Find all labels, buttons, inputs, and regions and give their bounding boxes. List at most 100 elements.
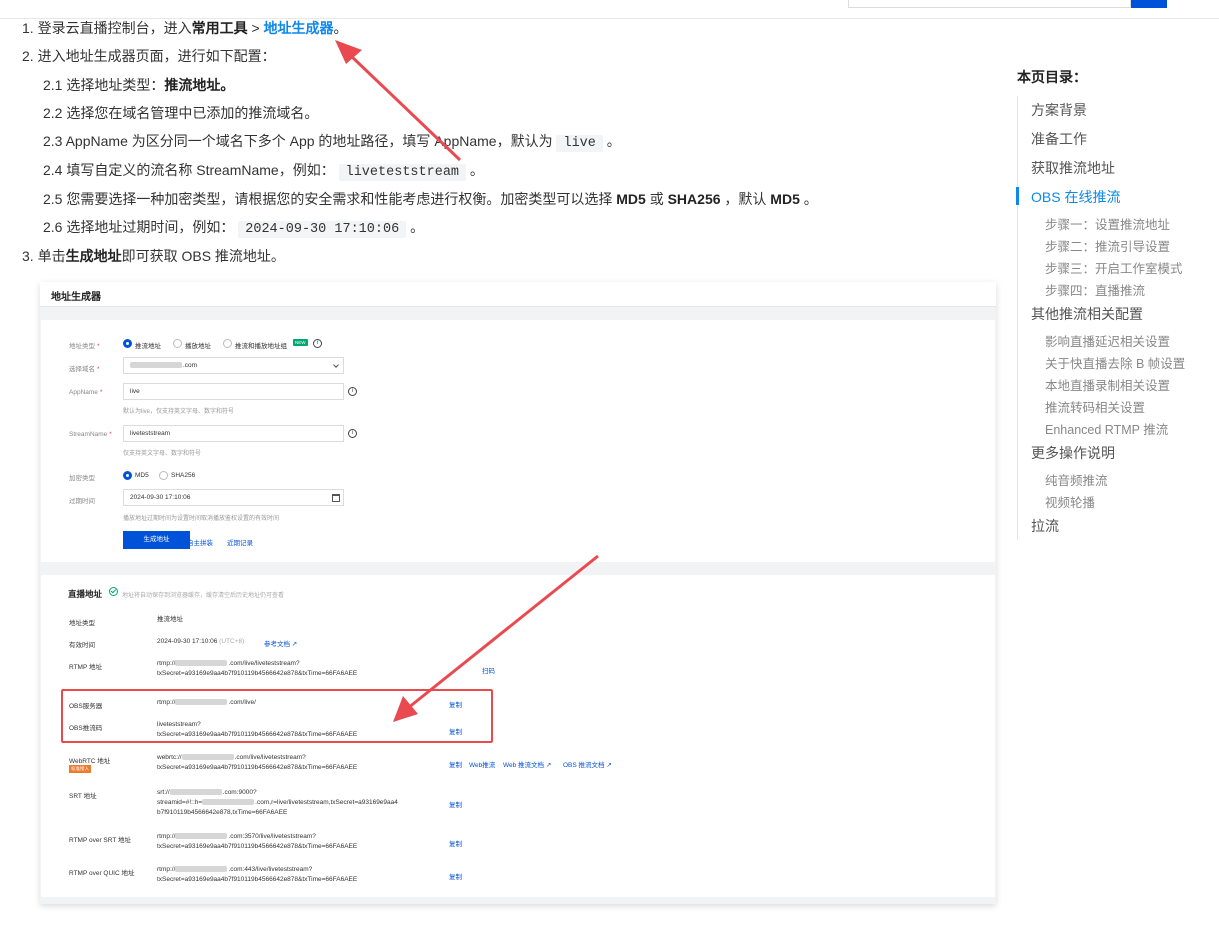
toc-item-remove-bframe[interactable]: 关于快直播去除 B 帧设置: [1045, 353, 1185, 372]
row-rtmp-label: RTMP 地址: [69, 664, 102, 671]
appname-hint: 默认为live，仅支持英文字母、数字和符号: [123, 409, 235, 415]
expire-date-input[interactable]: 2024-09-30 17:10:06: [123, 489, 344, 506]
generator-form: 地址类型 * 推流地址 播放地址 推流和播放地址组 NEW i 选择域名 * .co…: [41, 320, 995, 562]
obs-highlight-box: [61, 689, 493, 743]
recent-records-link[interactable]: 近期记录: [227, 537, 253, 547]
radio-push-play-group[interactable]: [223, 339, 232, 348]
substep-2-6: 2.6 选择地址过期时间，例如： 2024-09-30 17:10:06 。: [43, 219, 425, 238]
radio-push[interactable]: [123, 339, 132, 348]
toc-item-other-config[interactable]: 其他推流相关配置: [1031, 304, 1143, 324]
toc-item-local-record[interactable]: 本地直播录制相关设置: [1045, 375, 1170, 394]
copy-srt-button[interactable]: 复制: [449, 799, 462, 809]
blurred-domain: [175, 866, 228, 873]
row-srt-label: SRT 地址: [69, 793, 97, 800]
radio-sha256-label: SHA256: [171, 472, 196, 479]
result-note: 地址将自动保存到浏览器缓存，缓存清空后历史地址仍可查看: [122, 593, 285, 599]
info-icon[interactable]: i: [348, 429, 357, 438]
info-icon[interactable]: i: [348, 387, 357, 396]
toc-item-more-ops[interactable]: 更多操作说明: [1031, 443, 1115, 463]
toc-active-indicator: [1016, 187, 1019, 205]
streamname-input[interactable]: liveteststream: [123, 425, 344, 442]
web-push-link[interactable]: Web推流: [469, 759, 495, 769]
blurred-domain: [130, 362, 182, 369]
toc-item-get-push-url[interactable]: 获取推流地址: [1031, 158, 1115, 178]
blurred-domain: [175, 660, 228, 667]
expire-hint: 播放地址过期时间为设置时间取消播放鉴权设置的有效时间: [123, 516, 280, 522]
row-srt-value: srt://.com:9000? streamid=#!::h= .com,r=li…: [157, 789, 398, 816]
address-generator-screenshot: 地址生成器 地址类型 * 推流地址 播放地址 推流和播放地址组 NEW i 选择域…: [40, 282, 996, 904]
copy-webrtc-button[interactable]: 复制: [449, 759, 462, 769]
check-circle-icon: [109, 587, 118, 596]
step-1: 1. 登录云直播控制台，进入常用工具 > 地址生成器。: [22, 20, 348, 36]
row-rtmp-quic-value: rtmp://.com:443/live/liveteststream? txSe…: [157, 866, 358, 883]
radio-sha256[interactable]: [159, 471, 168, 480]
blurred-domain: [202, 799, 255, 806]
step-3: 3. 单击生成地址即可获取 OBS 推流地址。: [22, 248, 285, 264]
result-title: 直播地址: [68, 589, 103, 599]
blurred-domain: [169, 789, 222, 796]
new-tag: NEW: [293, 339, 308, 346]
web-push-doc-link[interactable]: Web 推流文档 ↗: [503, 759, 551, 769]
reference-doc-link[interactable]: 参考文档 ↗: [264, 638, 297, 648]
toc-item-step2[interactable]: 步骤二：推流引导设置: [1045, 236, 1170, 255]
toc-item-step1[interactable]: 步骤一：设置推流地址: [1045, 214, 1170, 233]
appname-label: AppName *: [69, 389, 103, 396]
domain-label: 选择域名 *: [69, 366, 100, 373]
calendar-icon[interactable]: [332, 494, 340, 502]
radio-md5[interactable]: [123, 471, 132, 480]
substep-2-3: 2.3 AppName 为区分同一个域名下多个 App 的地址路径，填写 App…: [43, 133, 621, 152]
row-webrtc-value: webrtc://.com/live/liveteststream? txSecr…: [157, 754, 358, 771]
radio-md5-label: MD5: [135, 472, 149, 479]
copy-rtmp-srt-button[interactable]: 复制: [449, 838, 462, 848]
row-rtmp-srt-value: rtmp://.com:3570/live/liveteststream? txS…: [157, 833, 358, 850]
substep-2-4: 2.4 填写自定义的流名称 StreamName，例如： liveteststr…: [43, 162, 484, 181]
toc-item-video-loop[interactable]: 视频轮播: [1045, 492, 1095, 511]
radio-push-label: 推流地址: [135, 343, 161, 350]
toc-title: 本页目录：: [1017, 69, 1087, 85]
toc-item-step3[interactable]: 步骤三：开启工作室模式: [1045, 258, 1183, 277]
address-generator-link[interactable]: 地址生成器: [264, 20, 334, 36]
streamname-hint: 仅支持英文字母、数字和符号: [123, 451, 202, 457]
substep-2-5: 2.5 您需要选择一种加密类型，请根据您的安全需求和性能考虑进行权衡。加密类型可…: [43, 191, 818, 207]
search-input[interactable]: [848, 0, 1131, 8]
row-type-label: 地址类型: [69, 620, 95, 627]
row-rtmp-srt-label: RTMP over SRT 地址: [69, 837, 132, 844]
domain-select[interactable]: .com: [123, 357, 344, 374]
self-assemble-link[interactable]: 自主拼装: [187, 537, 213, 547]
radio-play-label: 播放地址: [185, 343, 211, 350]
appname-input[interactable]: live: [123, 383, 344, 400]
enc-type-label: 加密类型: [69, 475, 95, 482]
toc-item-pull-stream[interactable]: 拉流: [1031, 516, 1059, 536]
toc-item-preparation[interactable]: 准备工作: [1031, 129, 1087, 149]
obs-push-doc-link[interactable]: OBS 推流文档 ↗: [563, 759, 612, 769]
radio-play[interactable]: [173, 339, 182, 348]
search-button[interactable]: [1131, 0, 1167, 8]
streamname-label: StreamName *: [69, 431, 112, 438]
toc-item-background[interactable]: 方案背景: [1031, 100, 1087, 120]
blurred-domain: [175, 833, 228, 840]
toc-item-step4[interactable]: 步骤四：直播推流: [1045, 280, 1145, 299]
screenshot-header: 地址生成器: [40, 282, 996, 307]
row-valid-label: 有效时间: [69, 642, 95, 649]
toc-item-enhanced-rtmp[interactable]: Enhanced RTMP 推流: [1045, 419, 1168, 438]
substep-2-1: 2.1 选择地址类型：推流地址。: [43, 77, 235, 93]
scan-qr-link[interactable]: 扫码: [482, 665, 495, 675]
copy-rtmp-quic-button[interactable]: 复制: [449, 871, 462, 881]
generate-address-button[interactable]: 生成地址: [123, 531, 190, 549]
row-valid-value: 2024-09-30 17:10:06 (UTC+8): [157, 638, 245, 645]
expire-label: 过期时间: [69, 498, 95, 505]
substep-2-2: 2.2 选择您在域名管理中已添加的推流域名。: [43, 105, 319, 121]
row-rtmp-quic-label: RTMP over QUIC 地址: [69, 870, 135, 877]
toc-item-transcode[interactable]: 推流转码相关设置: [1045, 397, 1145, 416]
row-rtmp-value: rtmp://.com/live/liveteststream? txSecret…: [157, 660, 358, 677]
radio-push-play-group-label: 推流和播放地址组: [235, 343, 287, 350]
info-icon[interactable]: i: [313, 339, 322, 348]
toc-item-latency[interactable]: 影响直播延迟相关设置: [1045, 331, 1170, 350]
webrtc-badge: 标准接入: [69, 765, 91, 773]
row-type-value: 推流地址: [157, 616, 183, 623]
step-2: 2. 进入地址生成器页面，进行如下配置：: [22, 48, 276, 64]
row-webrtc-label: WebRTC 地址: [69, 758, 111, 765]
addr-type-label: 地址类型 *: [69, 343, 100, 350]
toc-item-obs-online-push[interactable]: OBS 在线推流: [1031, 187, 1120, 207]
toc-item-audio-only[interactable]: 纯音频推流: [1045, 470, 1108, 489]
